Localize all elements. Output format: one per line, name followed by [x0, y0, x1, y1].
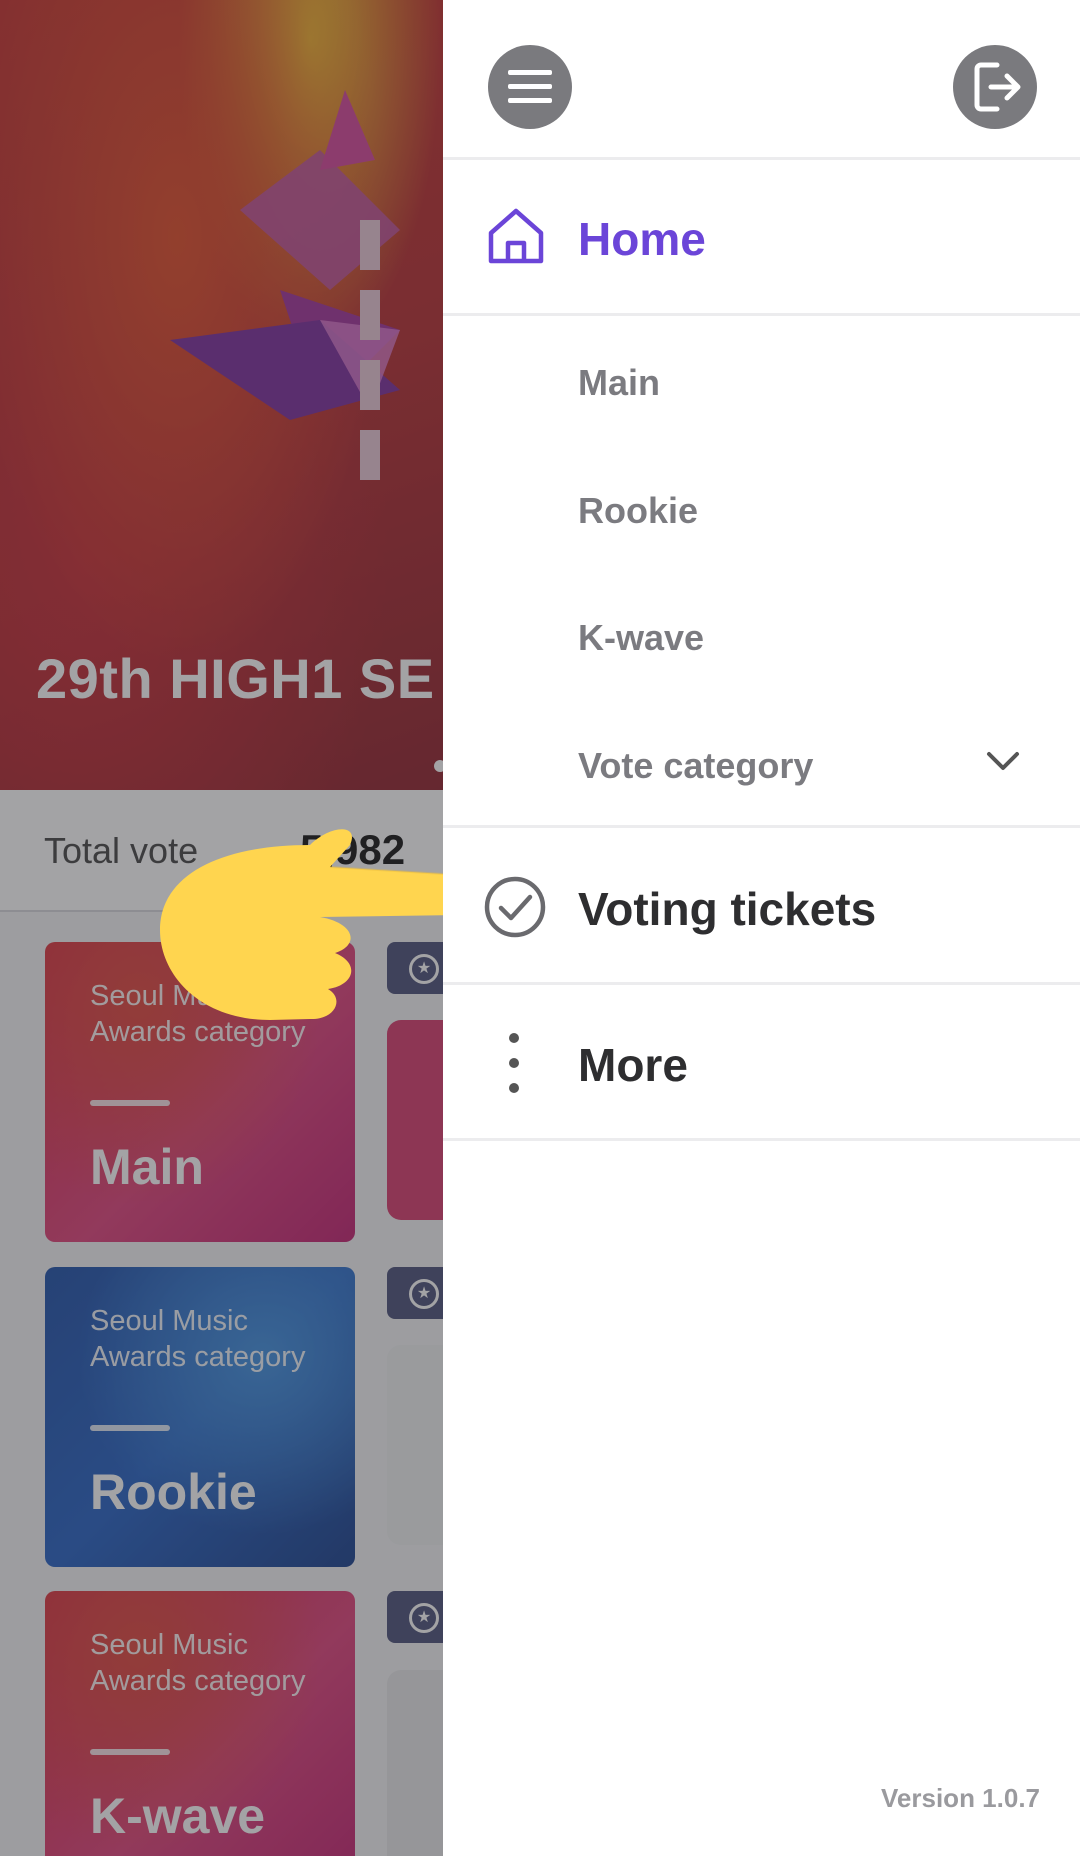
nav-voting-tickets[interactable]: Voting tickets: [578, 882, 876, 936]
pointing-hand-icon: [160, 829, 470, 1020]
nav-sub-rookie[interactable]: Rookie: [578, 490, 698, 532]
logout-icon: [974, 62, 1021, 112]
app-version: Version 1.0.7: [881, 1783, 1040, 1813]
divider: [443, 1138, 1080, 1141]
hamburger-icon: [508, 70, 552, 103]
navigation-drawer: Home Main Rookie K-wave Vote category Vo…: [443, 0, 1080, 1856]
divider: [443, 825, 1080, 828]
nav-more[interactable]: More: [578, 1038, 688, 1092]
divider: [443, 982, 1080, 985]
nav-sub-main[interactable]: Main: [578, 362, 660, 404]
nav-home[interactable]: Home: [578, 212, 706, 266]
logout-button[interactable]: [953, 45, 1037, 129]
home-icon: [488, 208, 544, 264]
menu-button[interactable]: [488, 45, 572, 129]
chevron-down-icon[interactable]: [983, 746, 1023, 776]
nav-sub-kwave[interactable]: K-wave: [578, 617, 704, 659]
nav-sub-vote-category[interactable]: Vote category: [578, 745, 813, 787]
divider: [443, 157, 1080, 160]
divider: [443, 313, 1080, 316]
check-circle-icon: [484, 876, 546, 938]
vertical-dots-icon: [509, 1033, 519, 1093]
